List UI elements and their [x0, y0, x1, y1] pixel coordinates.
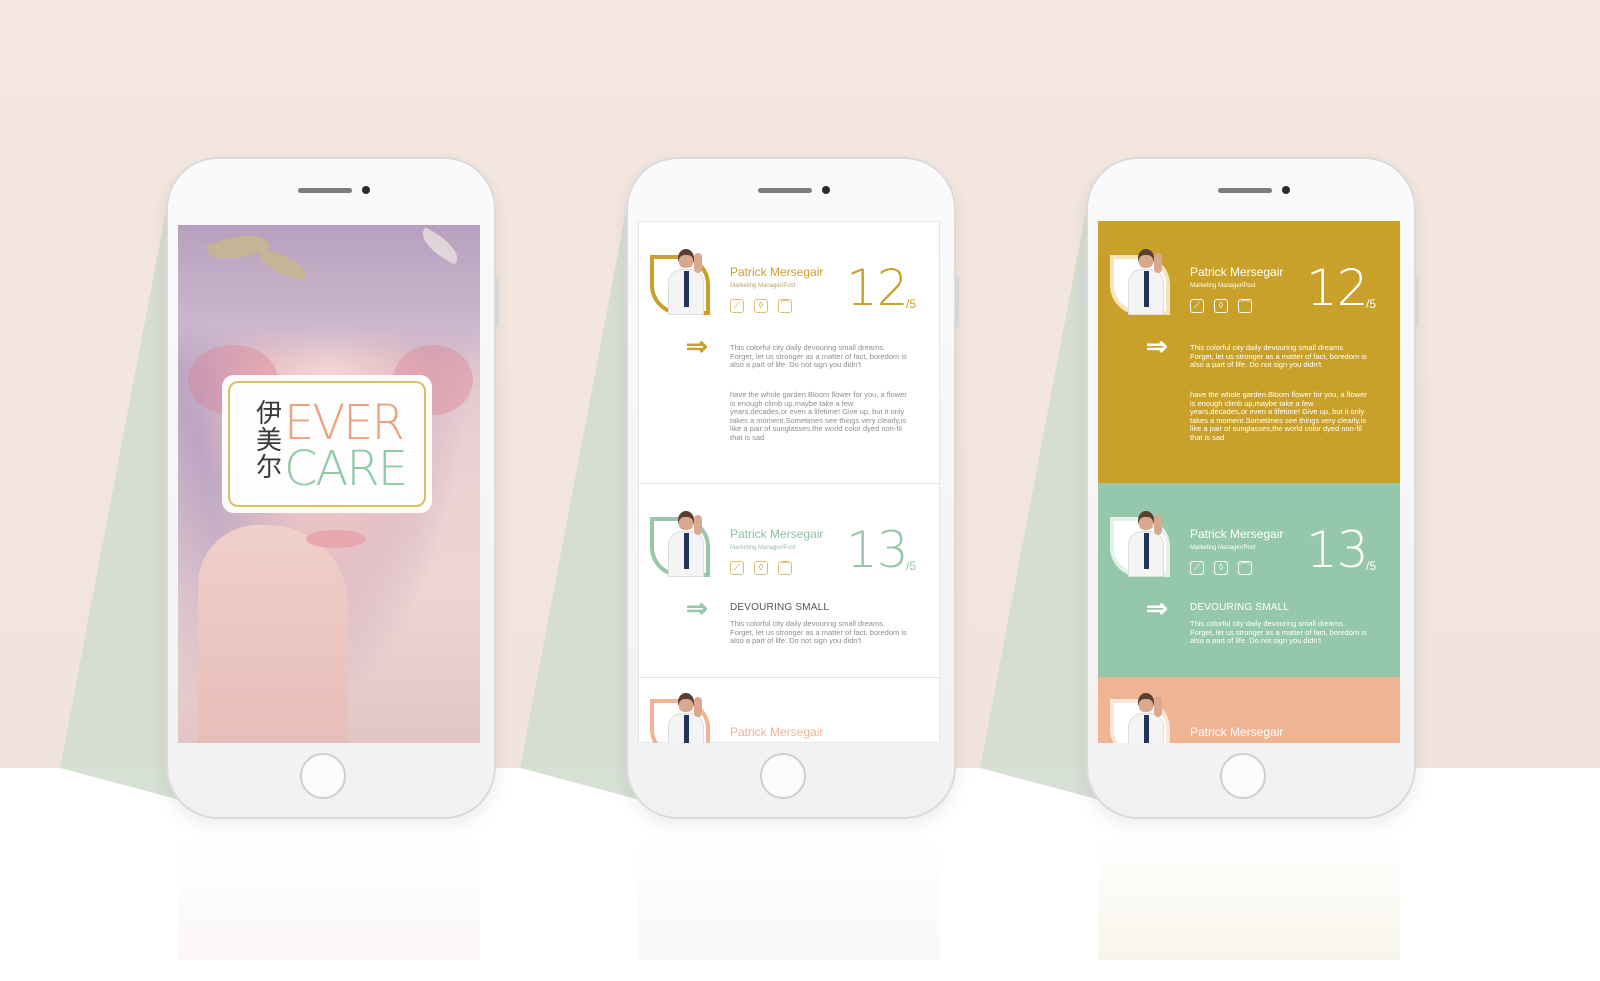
score-number: 13	[1306, 521, 1369, 579]
avatar-photo	[1126, 249, 1166, 315]
description-paragraph: This colorful city daily devouring small…	[1190, 619, 1367, 646]
profile-role: Marketing Manager/Post	[730, 545, 796, 551]
avatar	[650, 249, 714, 317]
profile-name: Patrick Mersegair	[1190, 725, 1284, 739]
score-number: 12	[846, 259, 909, 317]
avatar	[1110, 511, 1174, 579]
splash-screen[interactable]: 伊 美 尔 EVER CARE	[178, 225, 480, 743]
side-button	[1083, 267, 1086, 303]
list-screen-light[interactable]: Patrick Mersegair Marketing Manager/Post…	[638, 221, 940, 743]
arrow-icon[interactable]: ⇒	[686, 595, 708, 621]
avatar-photo	[666, 693, 706, 743]
front-camera	[822, 186, 830, 194]
home-button[interactable]	[300, 753, 346, 799]
profile-icons: ⟋ ◊ ⌒	[1190, 561, 1252, 575]
profile-role: Marketing Manager/Post	[1190, 283, 1256, 289]
profile-name: Patrick Mersegair	[1190, 527, 1284, 541]
hat-icon: ⌒	[1238, 299, 1252, 313]
reflection-list-color	[1098, 840, 1400, 960]
lips-illustration	[306, 530, 366, 548]
profile-card[interactable]: Patrick Mersegair Marketing Manager/Post…	[1098, 483, 1400, 677]
description-paragraph: have the whole garden.Bloom flower for y…	[1190, 390, 1367, 442]
profile-icons: ⟋ ◊ ⌒	[1190, 299, 1252, 313]
score-denominator: /5	[1366, 297, 1377, 311]
brand-logo-care: CARE	[284, 441, 408, 497]
side-button	[956, 277, 959, 327]
description-paragraph: This colorful city daily devouring small…	[730, 343, 907, 370]
avatar-photo	[1126, 511, 1166, 577]
list-screen-color[interactable]: Patrick Mersegair Marketing Manager/Post…	[1098, 221, 1400, 743]
score-denominator: /5	[1366, 559, 1377, 573]
arrow-icon[interactable]: ⇒	[1146, 333, 1168, 359]
brand-logo-chinese: 伊 美 尔	[256, 399, 283, 483]
hat-icon: ⌒	[1238, 561, 1252, 575]
avatar-photo	[1126, 693, 1166, 743]
chart-icon: ⟋	[730, 561, 744, 575]
profile-name: Patrick Mersegair	[1190, 265, 1284, 279]
avatar	[1110, 249, 1174, 317]
profile-icons: ⟋ ◊ ⌒	[730, 299, 792, 313]
description-paragraph: have the whole garden.Bloom flower for y…	[730, 390, 907, 442]
description-paragraph: This colorful city daily devouring small…	[730, 619, 907, 646]
side-button	[496, 277, 499, 327]
phone-splash: 伊 美 尔 EVER CARE	[163, 157, 499, 819]
badge-icon: ◊	[754, 561, 768, 575]
avatar	[650, 511, 714, 579]
front-camera	[1282, 186, 1290, 194]
badge-icon: ◊	[1214, 561, 1228, 575]
side-button	[1416, 277, 1419, 327]
side-button	[623, 267, 626, 303]
hat-icon: ⌒	[778, 299, 792, 313]
score-number: 12	[1306, 259, 1369, 317]
profile-card[interactable]: Patrick Mersegair Marketing Manager/Post…	[1098, 221, 1400, 483]
badge-icon: ◊	[754, 299, 768, 313]
profile-name: Patrick Mersegair	[730, 725, 824, 739]
profile-card[interactable]: Patrick Mersegair Marketing Manager/Post…	[638, 221, 940, 484]
home-button[interactable]	[760, 753, 806, 799]
reflection-splash	[178, 840, 480, 960]
reflection-list-light	[638, 840, 940, 960]
avatar	[650, 693, 714, 743]
badge-icon: ◊	[1214, 299, 1228, 313]
phone-list-color: Patrick Mersegair Marketing Manager/Post…	[1083, 157, 1419, 819]
description-paragraph: This colorful city daily devouring small…	[1190, 343, 1367, 370]
section-heading: DEVOURING SMALL	[730, 602, 830, 613]
chart-icon: ⟋	[1190, 299, 1204, 313]
profile-card[interactable]: Patrick Mersegair	[1098, 677, 1400, 743]
speaker	[758, 188, 812, 193]
profile-role: Marketing Manager/Post	[1190, 545, 1256, 551]
section-heading: DEVOURING SMALL	[1190, 602, 1290, 613]
profile-name: Patrick Mersegair	[730, 265, 824, 279]
avatar	[1110, 693, 1174, 743]
phone-list-light: Patrick Mersegair Marketing Manager/Post…	[623, 157, 959, 819]
score-denominator: /5	[906, 559, 917, 573]
profile-icons: ⟋ ◊ ⌒	[730, 561, 792, 575]
score-number: 13	[846, 521, 909, 579]
arrow-icon[interactable]: ⇒	[1146, 595, 1168, 621]
home-button[interactable]	[1220, 753, 1266, 799]
avatar-photo	[666, 249, 706, 315]
profile-role: Marketing Manager/Post	[730, 283, 796, 289]
brand-logo-ever: EVER	[284, 395, 405, 451]
speaker	[298, 188, 352, 193]
profile-name: Patrick Mersegair	[730, 527, 824, 541]
chart-icon: ⟋	[1190, 561, 1204, 575]
hat-icon: ⌒	[778, 561, 792, 575]
speaker	[1218, 188, 1272, 193]
hand-illustration	[198, 525, 348, 743]
profile-card[interactable]: Patrick Mersegair	[638, 677, 940, 743]
profile-card[interactable]: Patrick Mersegair Marketing Manager/Post…	[638, 483, 940, 678]
front-camera	[362, 186, 370, 194]
arrow-icon[interactable]: ⇒	[686, 333, 708, 359]
avatar-photo	[666, 511, 706, 577]
score-denominator: /5	[906, 297, 917, 311]
side-button	[163, 267, 166, 303]
chart-icon: ⟋	[730, 299, 744, 313]
brand-logo-card[interactable]: 伊 美 尔 EVER CARE	[222, 375, 432, 513]
